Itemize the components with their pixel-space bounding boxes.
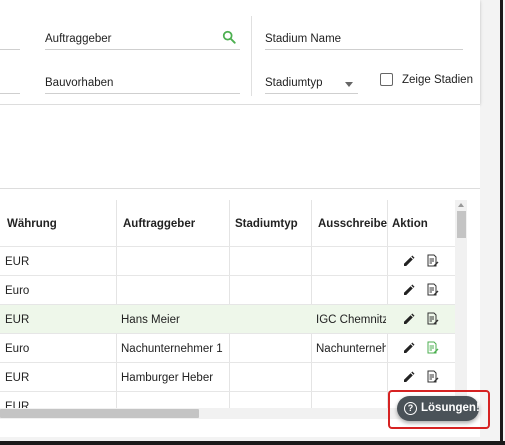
column-header-stadiumtyp[interactable]: Stadiumtyp (235, 218, 298, 230)
auftraggeber-field[interactable]: Auftraggeber (45, 29, 240, 50)
edit-icon[interactable] (403, 284, 415, 296)
bauvorhaben-field[interactable]: Bauvorhaben (45, 73, 240, 94)
cell-waehrung: EUR (5, 256, 30, 268)
cell-auftraggeber: Hans Meier (121, 314, 180, 326)
window-frame-bottom (0, 441, 505, 445)
document-icon[interactable] (426, 254, 439, 267)
stadiumtyp-select-label: Stadiumtyp (265, 77, 323, 89)
document-icon[interactable] (426, 370, 439, 383)
cell-ausschreibend: IGC Chemnitz (316, 314, 386, 326)
zeige-stadien-checkbox[interactable] (380, 73, 393, 86)
table-row[interactable]: Euro (0, 275, 455, 305)
left-field-stub-1[interactable] (0, 29, 20, 50)
stadium-name-field-label: Stadium Name (265, 33, 342, 45)
content-area (0, 104, 480, 189)
cell-waehrung: EUR (5, 314, 30, 326)
cell-waehrung: Euro (5, 285, 30, 297)
column-header-waehrung[interactable]: Währung (7, 218, 57, 230)
loesungen-button-label: Lösungen! (421, 402, 480, 414)
cell-waehrung: Euro (5, 343, 30, 355)
table-row[interactable]: Euro Nachunternehmer 1 Nachunternehm (0, 333, 455, 363)
edit-icon[interactable] (403, 255, 415, 267)
scroll-up-arrow-icon[interactable] (458, 203, 464, 207)
document-icon[interactable] (426, 312, 439, 325)
question-circle-icon: ? (404, 402, 417, 415)
loesungen-button[interactable]: ? Lösungen! (397, 396, 480, 421)
table-row[interactable]: EUR (0, 246, 455, 276)
edit-icon[interactable] (403, 342, 415, 354)
column-header-auftraggeber[interactable]: Auftraggeber (123, 218, 195, 230)
chevron-down-icon[interactable] (345, 82, 353, 87)
column-header-ausschreibend[interactable]: Ausschreibend (318, 218, 388, 230)
vertical-scrollbar-thumb[interactable] (457, 211, 466, 238)
filter-panel: Auftraggeber Bauvorhaben Stadium Name St… (0, 0, 480, 104)
edit-icon[interactable] (403, 371, 415, 383)
cell-auftraggeber: Hamburger Heber (121, 372, 214, 384)
table-row[interactable]: EUR Hans Meier IGC Chemnitz (0, 304, 455, 334)
cell-waehrung: EUR (5, 372, 30, 384)
auftraggeber-field-label: Auftraggeber (45, 33, 112, 45)
zeige-stadien-label: Zeige Stadien (402, 74, 473, 86)
cell-auftraggeber: Nachunternehmer 1 (121, 343, 223, 355)
window-frame-right (500, 0, 503, 445)
document-icon[interactable] (426, 283, 439, 296)
horizontal-scrollbar-thumb[interactable] (0, 409, 199, 418)
table-row[interactable]: EUR (0, 391, 455, 409)
left-field-stub-2[interactable] (0, 73, 20, 94)
cell-ausschreibend: Nachunternehm (316, 343, 386, 355)
filter-divider (251, 16, 252, 96)
column-header-aktion: Aktion (392, 218, 428, 230)
search-icon[interactable] (222, 30, 236, 44)
document-icon[interactable] (426, 341, 439, 354)
bauvorhaben-field-label: Bauvorhaben (45, 77, 114, 89)
table-row[interactable]: EUR Hamburger Heber (0, 362, 455, 392)
stadium-name-field[interactable]: Stadium Name (265, 29, 463, 50)
edit-icon[interactable] (403, 313, 415, 325)
